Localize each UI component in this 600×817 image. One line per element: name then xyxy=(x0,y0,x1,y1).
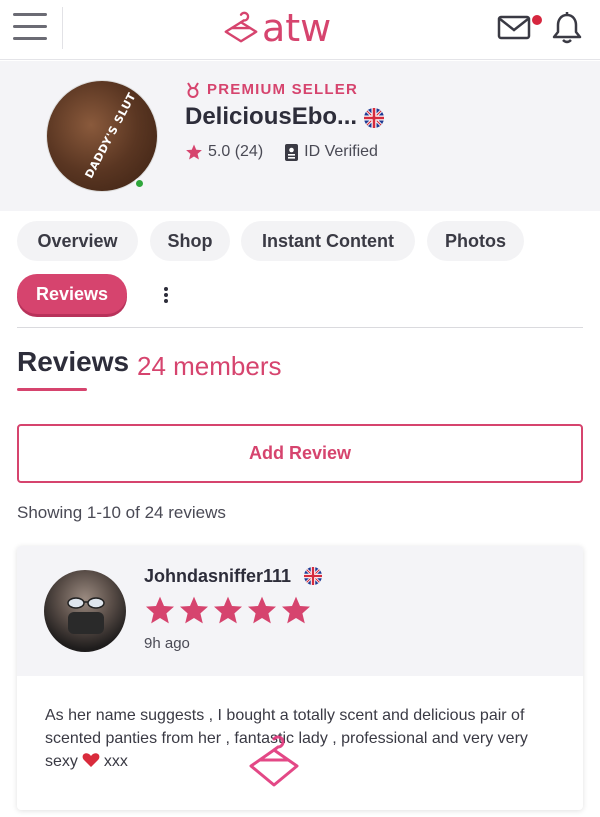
seller-name: DeliciousEbo... xyxy=(185,103,358,130)
sunglasses-icon xyxy=(67,597,105,609)
star-icon xyxy=(180,596,208,624)
showing-count: Showing 1-10 of 24 reviews xyxy=(17,503,226,522)
star-icon xyxy=(282,596,310,624)
face-mask xyxy=(68,612,104,634)
divider xyxy=(62,7,63,49)
star-icon xyxy=(186,144,202,160)
tab-instant-content[interactable]: Instant Content xyxy=(241,221,415,261)
medal-icon xyxy=(187,81,199,98)
rating-row: 5.0 (24) ID Verified xyxy=(185,143,378,161)
tab-photos[interactable]: Photos xyxy=(427,221,524,261)
review-stars xyxy=(144,594,314,626)
premium-label: PREMIUM SELLER xyxy=(207,81,358,98)
avatar-text: DADDY'S SLUT xyxy=(82,90,139,181)
id-card-icon xyxy=(285,143,299,161)
review-card-header: Johndasniffer111 9h ago xyxy=(17,546,583,676)
hanger-watermark-icon xyxy=(249,735,299,787)
reviews-count: 24 members xyxy=(137,351,282,381)
tabs-divider xyxy=(17,327,583,328)
seller-avatar[interactable]: DADDY'S SLUT xyxy=(46,80,158,192)
uk-flag-icon xyxy=(304,567,322,585)
premium-seller-badge: PREMIUM SELLER xyxy=(186,81,358,98)
reviews-heading: Reviews xyxy=(17,346,130,377)
profile-header: DADDY'S SLUT PREMIUM SELLER DeliciousEbo… xyxy=(0,61,600,211)
logo-text: atw xyxy=(262,6,332,50)
star-icon xyxy=(248,596,276,624)
site-logo[interactable]: atw xyxy=(222,6,331,50)
add-review-button[interactable]: Add Review xyxy=(17,424,583,483)
review-text-sign: xxx xyxy=(103,753,128,770)
tab-overview[interactable]: Overview xyxy=(17,221,138,261)
rating-value: 5.0 (24) xyxy=(208,143,264,160)
heart-icon xyxy=(82,753,100,767)
top-bar: atw xyxy=(0,0,600,60)
heading-underline xyxy=(17,388,87,391)
tab-reviews[interactable]: Reviews xyxy=(17,274,127,314)
review-time: 9h ago xyxy=(144,635,190,652)
online-indicator xyxy=(134,178,145,189)
reviewer-name[interactable]: Johndasniffer111 xyxy=(144,566,291,587)
reviewer-avatar[interactable] xyxy=(44,570,126,652)
id-verified-label: ID Verified xyxy=(304,143,378,160)
bell-icon[interactable] xyxy=(551,11,583,45)
tab-shop[interactable]: Shop xyxy=(150,221,230,261)
hanger-logo-icon xyxy=(224,11,258,43)
mail-icon[interactable] xyxy=(497,13,533,41)
more-options-icon[interactable] xyxy=(164,287,170,305)
menu-icon[interactable] xyxy=(13,13,49,43)
notification-dot xyxy=(532,15,542,25)
star-icon xyxy=(146,596,174,624)
star-icon xyxy=(214,596,242,624)
uk-flag-icon xyxy=(364,108,384,128)
